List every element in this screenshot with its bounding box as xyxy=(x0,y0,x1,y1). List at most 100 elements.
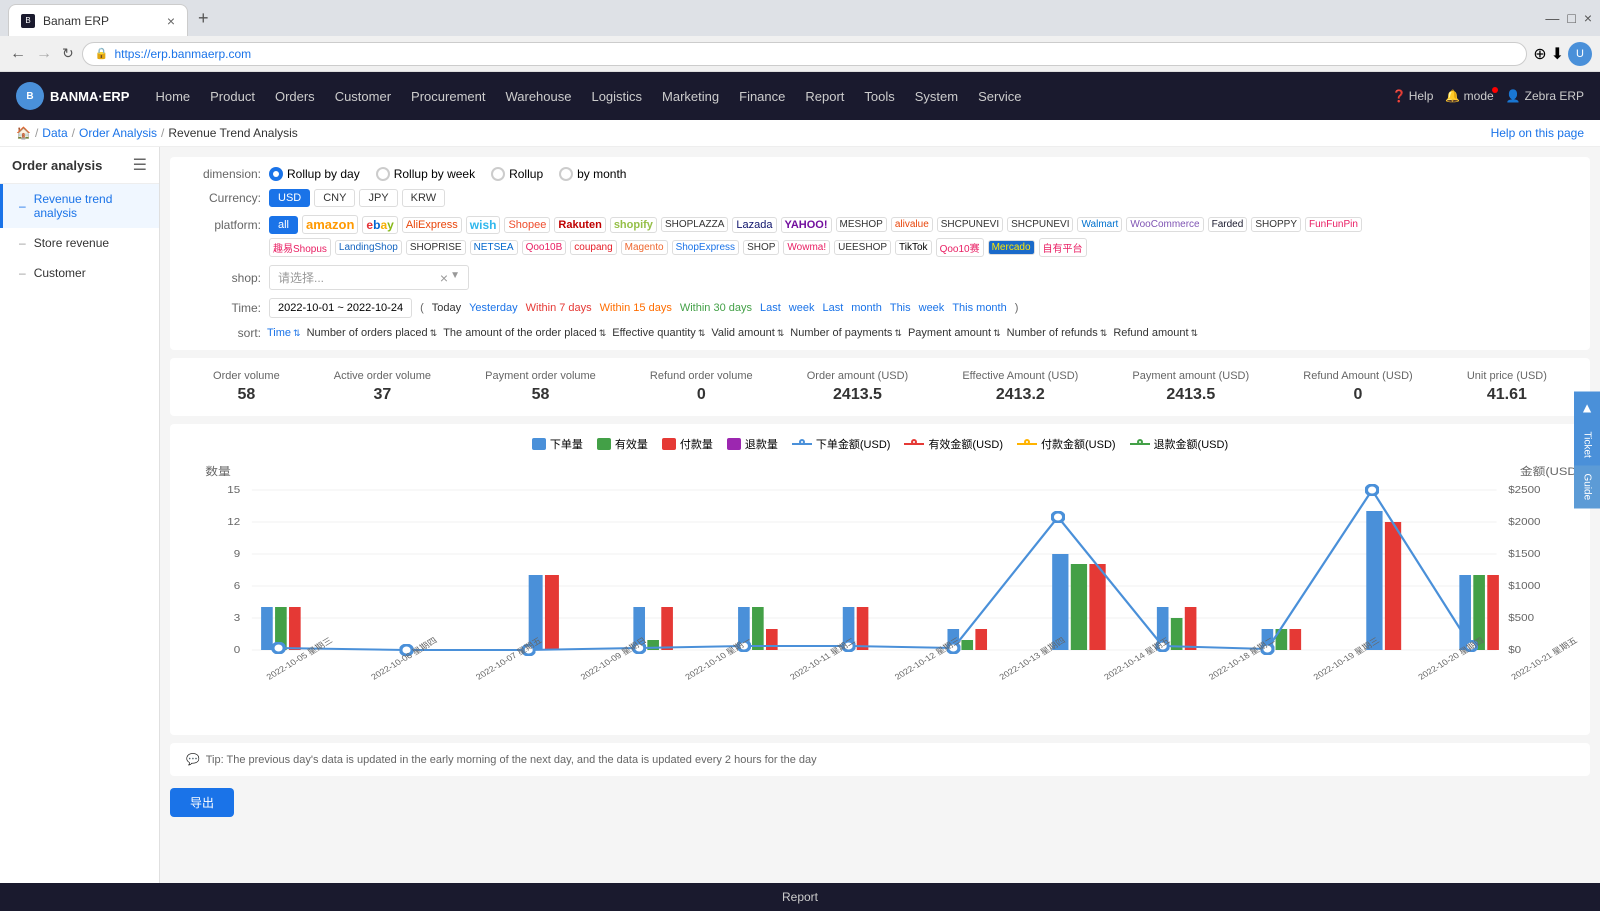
mode-button[interactable]: 🔔 mode xyxy=(1445,89,1493,103)
nav-item-home[interactable]: Home xyxy=(145,72,200,120)
logo[interactable]: B BANMA·ERP xyxy=(16,82,129,110)
close-button[interactable]: × xyxy=(1584,10,1592,26)
nav-item-service[interactable]: Service xyxy=(968,72,1031,120)
currency-cny[interactable]: CNY xyxy=(314,189,355,207)
time-this-month[interactable]: This month xyxy=(952,302,1006,314)
sort-amount-placed[interactable]: The amount of the order placed ⇅ xyxy=(443,327,606,339)
browser-profile-icon[interactable]: ⊕ xyxy=(1533,44,1546,64)
sidebar-menu-icon[interactable]: ☰ xyxy=(133,155,147,175)
nav-item-customer[interactable]: Customer xyxy=(325,72,401,120)
platform-shopee[interactable]: Shopee xyxy=(504,217,550,233)
dim-option-week[interactable]: Rollup by week xyxy=(376,167,475,181)
platform-wish[interactable]: wish xyxy=(466,216,501,234)
platform-shop[interactable]: SHOP xyxy=(743,240,779,255)
platform-aliexpress[interactable]: AliExpress xyxy=(402,217,462,233)
platform-magento[interactable]: Magento xyxy=(621,240,668,255)
guide-button[interactable]: Guide xyxy=(1574,466,1600,509)
currency-krw[interactable]: KRW xyxy=(402,189,445,207)
platform-netsea[interactable]: NETSEA xyxy=(470,240,518,255)
dim-option-month[interactable]: by month xyxy=(559,167,626,181)
nav-item-report[interactable]: Report xyxy=(795,72,854,120)
sort-orders-placed[interactable]: Number of orders placed ⇅ xyxy=(307,327,438,339)
platform-meshop[interactable]: MESHOP xyxy=(836,217,887,232)
url-display[interactable]: https://erp.banmaerp.com xyxy=(114,47,251,61)
platform-shopus[interactable]: 趣易Shopus xyxy=(269,238,331,257)
minimize-button[interactable]: — xyxy=(1545,10,1559,26)
platform-alivalue[interactable]: alivalue xyxy=(891,217,933,232)
platform-shoprise[interactable]: SHOPRISE xyxy=(406,240,466,255)
sort-valid-amount[interactable]: Valid amount ⇅ xyxy=(711,327,784,339)
time-month[interactable]: month xyxy=(851,302,882,314)
export-button[interactable]: 导出 xyxy=(170,788,234,817)
platform-woocommerce[interactable]: WooCommerce xyxy=(1126,217,1203,232)
platform-lazada[interactable]: Lazada xyxy=(732,217,776,233)
platform-ueeshop[interactable]: UEESHOP xyxy=(834,240,891,255)
time-this-week-label[interactable]: week xyxy=(919,302,945,314)
platform-wowma[interactable]: Wowma! xyxy=(783,240,830,255)
platform-tiktok[interactable]: TikTok xyxy=(895,240,932,255)
help-on-page-link[interactable]: Help on this page xyxy=(1491,126,1584,140)
browser-avatar[interactable]: U xyxy=(1568,42,1592,66)
shop-clear-icon[interactable]: × xyxy=(440,270,448,286)
nav-item-orders[interactable]: Orders xyxy=(265,72,325,120)
nav-item-warehouse[interactable]: Warehouse xyxy=(495,72,581,120)
nav-item-procurement[interactable]: Procurement xyxy=(401,72,495,120)
platform-ebay[interactable]: ebay xyxy=(362,216,397,234)
time-7days[interactable]: Within 7 days xyxy=(526,302,592,314)
dim-option-day[interactable]: Rollup by day xyxy=(269,167,360,181)
nav-item-marketing[interactable]: Marketing xyxy=(652,72,729,120)
help-button[interactable]: ❓ Help xyxy=(1392,89,1434,103)
ticket-button[interactable]: Ticket xyxy=(1574,424,1600,466)
platform-shoppy[interactable]: SHOPPY xyxy=(1251,217,1301,232)
time-this-week[interactable]: This xyxy=(890,302,911,314)
platform-landingshop[interactable]: LandingShop xyxy=(335,240,402,255)
platform-shopexpress[interactable]: ShopExpress xyxy=(672,240,739,255)
restore-button[interactable]: □ xyxy=(1567,10,1575,26)
time-yesterday[interactable]: Yesterday xyxy=(469,302,518,314)
time-today[interactable]: Today xyxy=(432,302,461,314)
browser-download-icon[interactable]: ⬇ xyxy=(1551,44,1564,64)
sort-refund-amount[interactable]: Refund amount ⇅ xyxy=(1113,327,1198,339)
sort-effective-qty[interactable]: Effective quantity ⇅ xyxy=(612,327,705,339)
breadcrumb-data-link[interactable]: Data xyxy=(42,126,67,140)
nav-item-system[interactable]: System xyxy=(905,72,968,120)
platform-shcpunevi2[interactable]: SHCPUNEVI xyxy=(1007,217,1073,232)
time-week[interactable]: week xyxy=(789,302,815,314)
sort-payment-amount[interactable]: Payment amount ⇅ xyxy=(908,327,1001,339)
nav-item-logistics[interactable]: Logistics xyxy=(581,72,652,120)
sort-num-payments[interactable]: Number of payments ⇅ xyxy=(790,327,902,339)
platform-farded[interactable]: Farded xyxy=(1208,217,1248,232)
dim-option-rollup[interactable]: Rollup xyxy=(491,167,543,181)
time-range-input[interactable]: 2022-10-01 ~ 2022-10-24 xyxy=(269,298,412,318)
sidebar-item-store[interactable]: – Store revenue xyxy=(0,228,159,258)
currency-jpy[interactable]: JPY xyxy=(359,189,397,207)
new-tab-button[interactable]: + xyxy=(192,8,215,29)
platform-funfunpin[interactable]: FunFunPin xyxy=(1305,217,1362,232)
refresh-button[interactable]: ↻ xyxy=(60,43,76,64)
sidebar-item-customer[interactable]: – Customer xyxy=(0,258,159,288)
currency-usd[interactable]: USD xyxy=(269,189,310,207)
sort-time[interactable]: Time ⇅ xyxy=(267,327,301,339)
platform-all[interactable]: all xyxy=(269,216,298,234)
platform-shcpunevi1[interactable]: SHCPUNEVI xyxy=(937,217,1003,232)
platform-yahoo[interactable]: YAHOO! xyxy=(781,217,832,233)
platform-coupang[interactable]: coupang xyxy=(570,240,616,255)
platform-shoplazza[interactable]: SHOPLAZZA xyxy=(661,217,728,232)
forward-button[interactable]: → xyxy=(34,43,54,65)
time-last-week[interactable]: Last xyxy=(760,302,781,314)
breadcrumb-order-analysis-link[interactable]: Order Analysis xyxy=(79,126,157,140)
sort-num-refunds[interactable]: Number of refunds ⇅ xyxy=(1007,327,1108,339)
time-15days[interactable]: Within 15 days xyxy=(600,302,672,314)
shop-dropdown-icon[interactable]: ▼ xyxy=(450,270,460,286)
platform-qoo10b[interactable]: Qoo10B xyxy=(522,240,567,255)
nav-item-product[interactable]: Product xyxy=(200,72,265,120)
platform-shopify[interactable]: shopify xyxy=(610,217,657,233)
shop-select[interactable]: 请选择... × ▼ xyxy=(269,265,469,290)
scroll-up-button[interactable]: ▲ xyxy=(1574,392,1600,424)
platform-rakuten[interactable]: Rakuten xyxy=(554,217,605,233)
time-last-month[interactable]: Last xyxy=(822,302,843,314)
back-button[interactable]: ← xyxy=(8,43,28,65)
nav-item-finance[interactable]: Finance xyxy=(729,72,795,120)
platform-walmart[interactable]: Walmart xyxy=(1077,217,1122,232)
nav-item-tools[interactable]: Tools xyxy=(854,72,904,120)
